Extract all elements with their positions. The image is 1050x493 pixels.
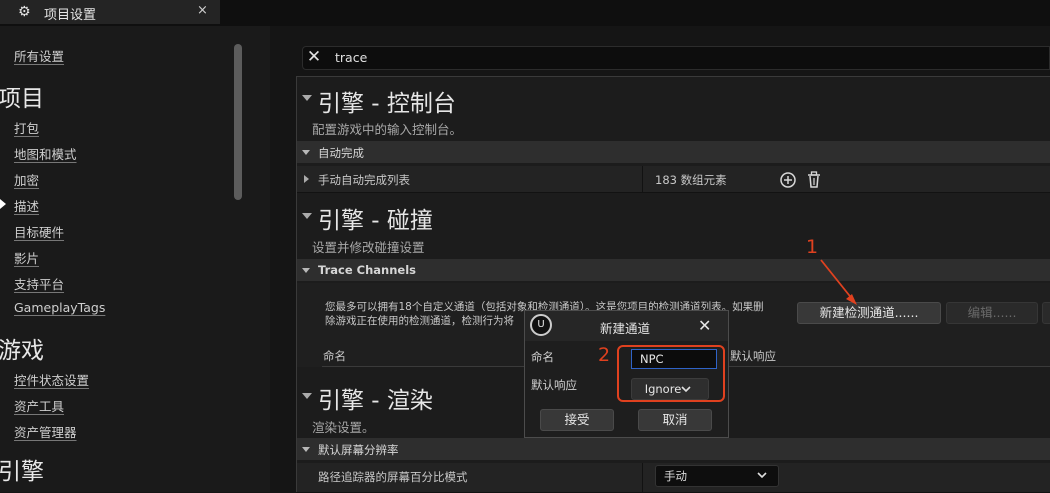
cancel-button[interactable]: 取消: [638, 409, 712, 431]
annotation-step-2: 2: [598, 344, 611, 366]
dialog-close-icon[interactable]: ✕: [698, 316, 711, 335]
annotation-highlight-box: [617, 345, 725, 402]
dialog-title: 新建通道: [600, 321, 651, 336]
unreal-logo-icon: U: [530, 314, 552, 336]
dialog-response-label: 默认响应: [531, 378, 577, 392]
accept-button[interactable]: 接受: [540, 409, 614, 431]
dialog-name-label: 命名: [531, 350, 554, 364]
